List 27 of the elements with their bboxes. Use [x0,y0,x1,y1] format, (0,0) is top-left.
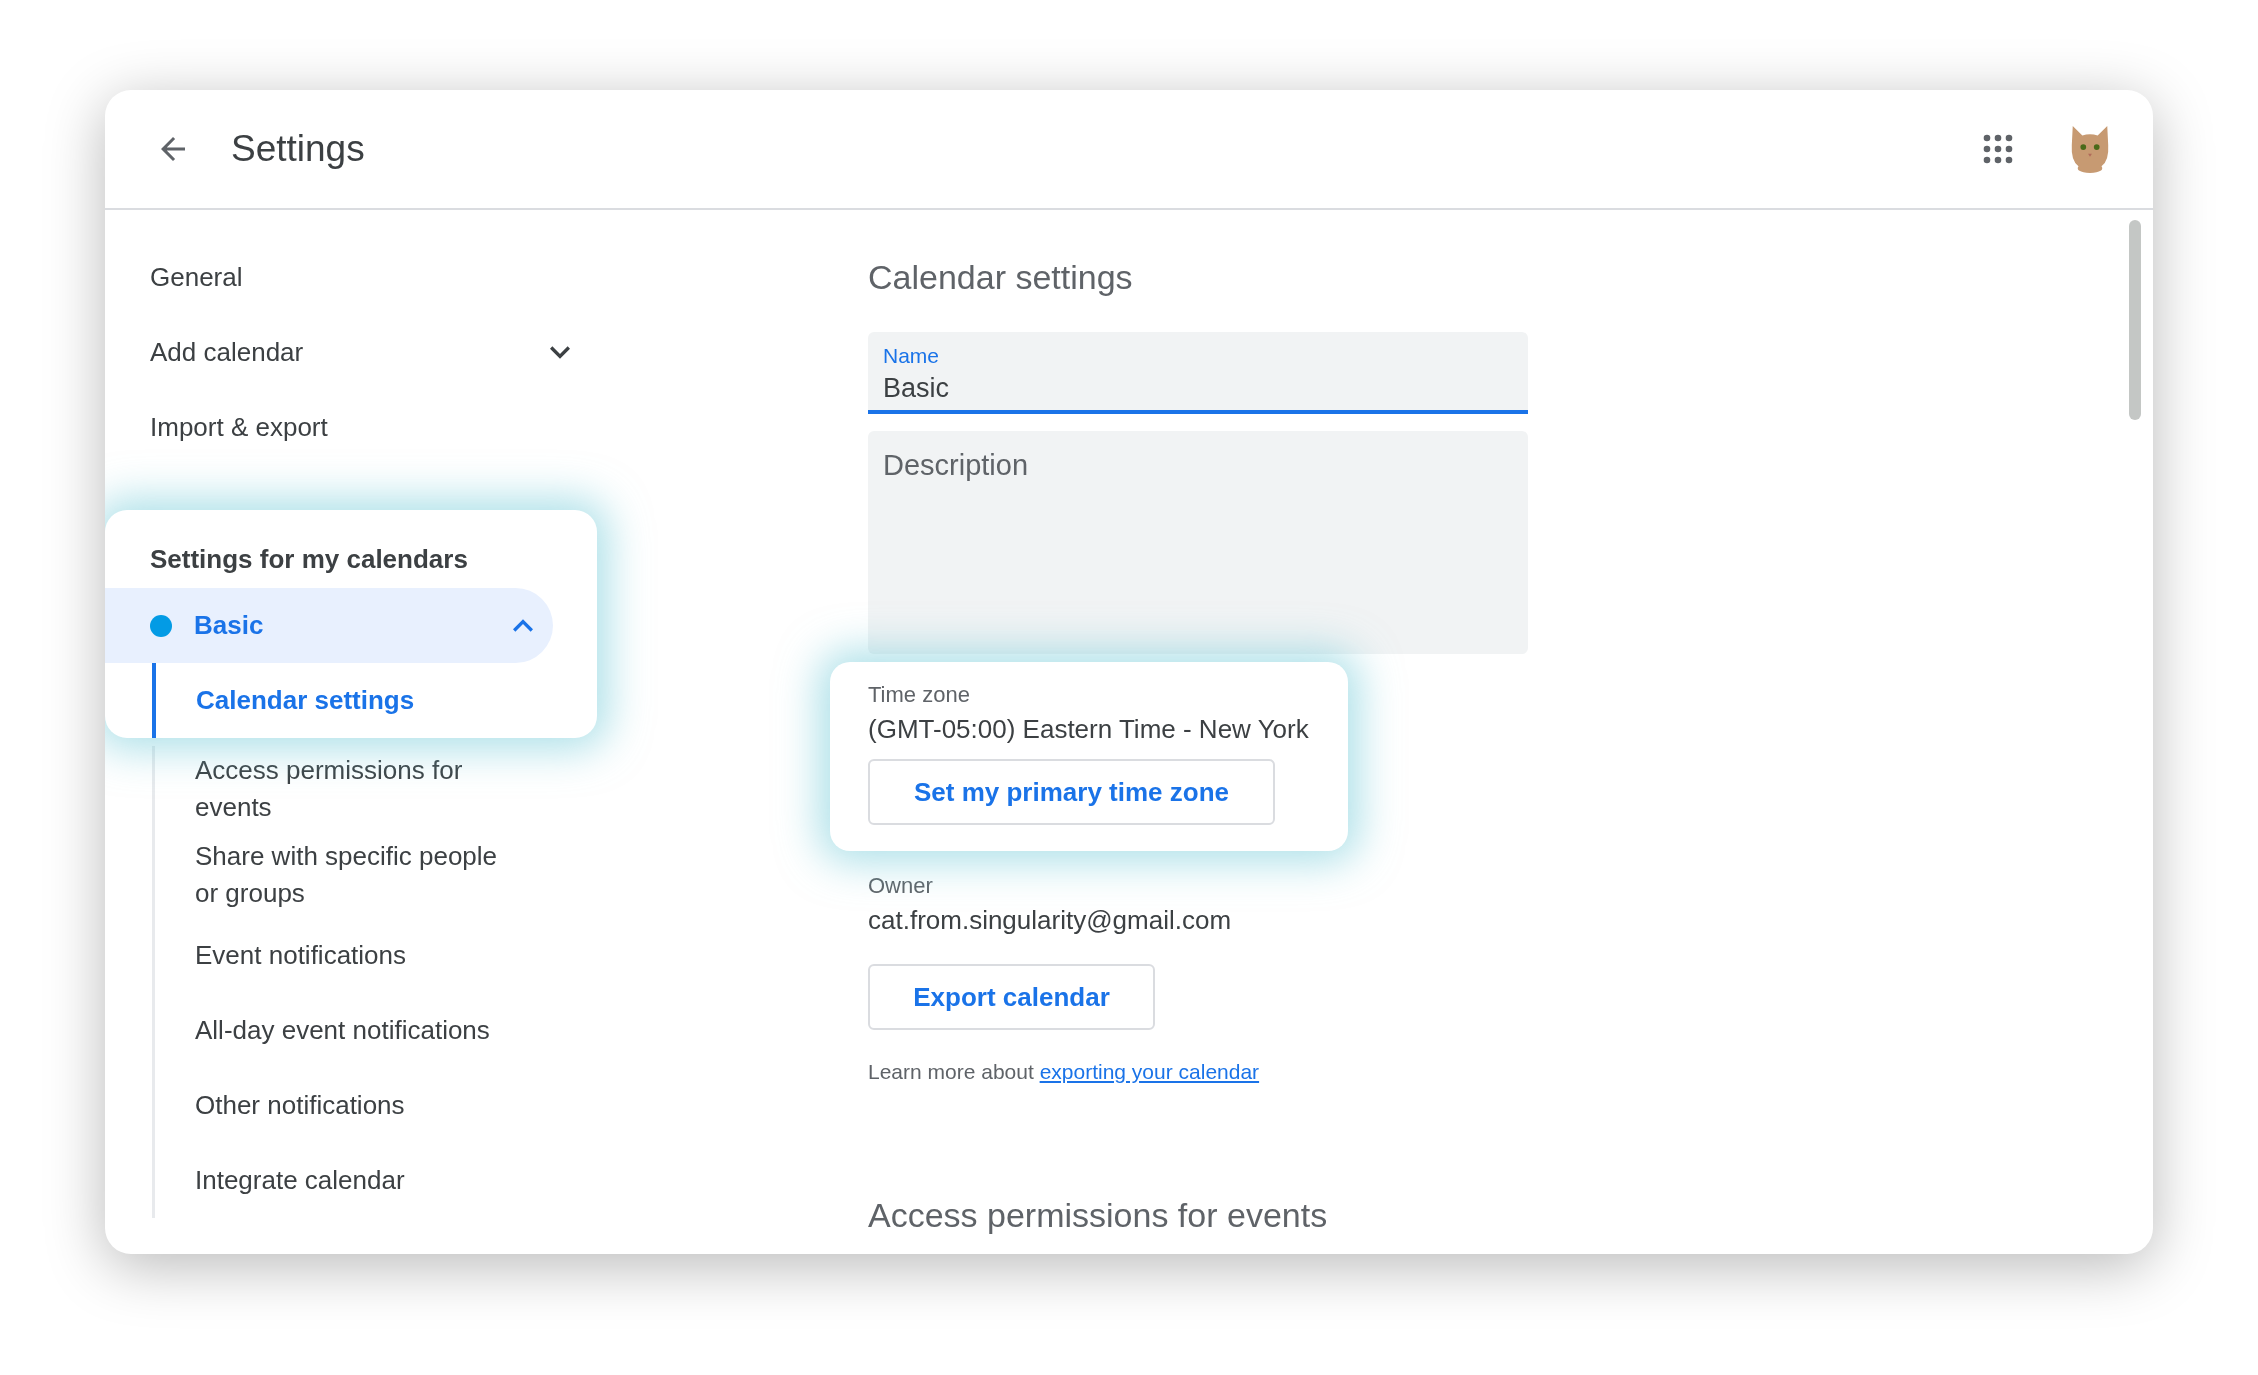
sidebar-subitem[interactable]: Other notifications [152,1068,512,1143]
sidebar-subitem[interactable]: Integrate calendar [152,1143,512,1218]
scrollbar[interactable] [2129,220,2141,420]
section-heading: Calendar settings [868,257,1134,298]
section-heading: Settings for my calendars [149,542,469,576]
sidebar-subitem[interactable]: Share with specific people or groups [152,832,512,918]
field-label: Owner [868,873,934,899]
apps-grid-icon[interactable] [1983,134,2013,164]
sidebar-subitem[interactable]: Access permissions for events [152,746,512,832]
sidebar-subitem[interactable]: Event notifications [152,918,512,993]
sidebar-subitem[interactable]: All-day event notifications [152,993,512,1068]
calendar-item[interactable]: Basic [105,588,553,663]
sidebar-item[interactable]: Add calendar [105,315,570,390]
field-label: Time zone [868,682,971,708]
section-heading: Access permissions for events [868,1195,1329,1236]
field-label: Name [883,344,940,368]
owner-email: cat.from.singularity@gmail.com [868,905,1233,936]
sidebar-item[interactable]: General [105,240,570,315]
help-text: Learn more about [868,1060,1034,1083]
export-calendar-button[interactable]: Export calendar [868,964,1155,1030]
sidebar-subitem[interactable]: Calendar settings [152,663,552,738]
sidebar-item[interactable]: Import & export [105,390,570,465]
time-zone-value: (GMT-05:00) Eastern Time - New York [868,714,1310,745]
description-field[interactable]: Description [868,431,1528,654]
set-time-zone-button[interactable]: Set my primary time zone [868,759,1275,825]
page-title: Settings [231,128,365,170]
help-link[interactable]: exporting your calendar [1039,1060,1260,1083]
